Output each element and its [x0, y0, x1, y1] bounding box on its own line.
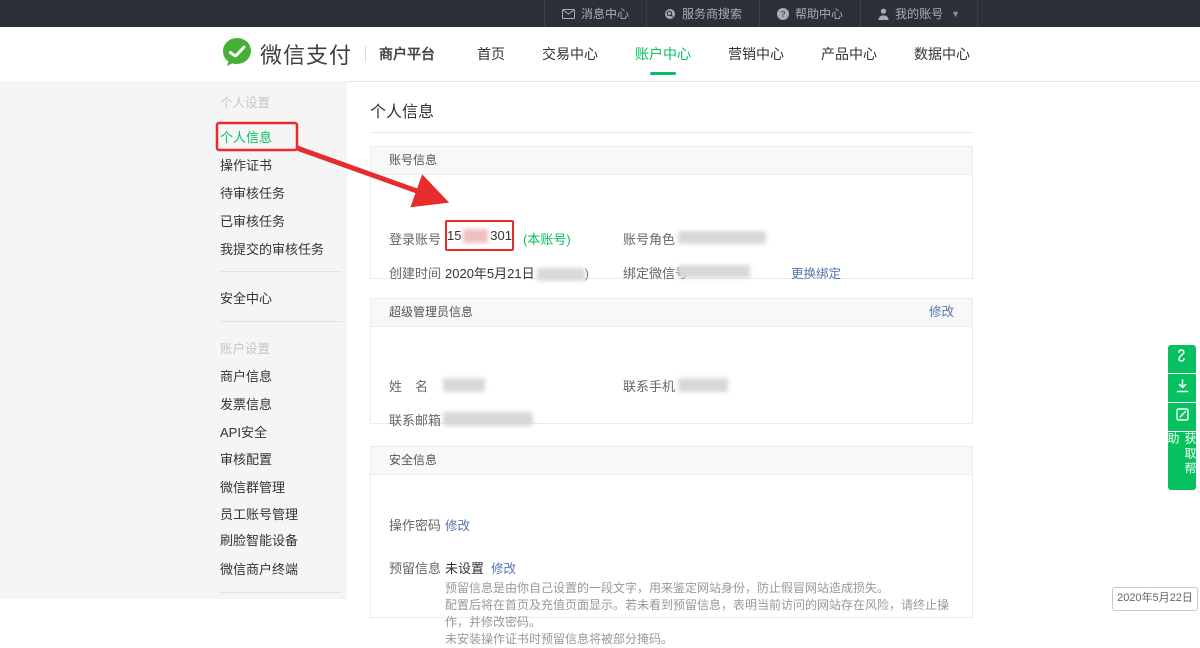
brand-name: 微信支付	[260, 38, 352, 70]
login-account-suffix: 301	[490, 228, 512, 243]
super-admin-card-title: 超级管理员信息	[389, 305, 473, 319]
topbar-item-my-account[interactable]: 我的账号 ▼	[860, 0, 978, 27]
created-time-redacted	[537, 268, 585, 281]
topbar-item-messages[interactable]: 消息中心	[544, 0, 646, 27]
sidebar-item-review-config[interactable]: 审核配置	[220, 450, 342, 470]
sidebar-divider	[220, 271, 342, 272]
main-nav: 首页 交易中心 账户中心 营销中心 产品中心 数据中心	[477, 27, 970, 81]
nav-data-center[interactable]: 数据中心	[914, 44, 970, 64]
logo-divider	[365, 46, 366, 62]
admin-name-label: 姓 名	[389, 376, 428, 395]
sidebar-item-face-smart-device[interactable]: 刷脸智能设备	[220, 531, 342, 551]
mail-icon	[562, 9, 575, 19]
get-help-button[interactable]: 获取帮助	[1168, 432, 1196, 490]
reserved-info-description: 预留信息是由你自己设置的一段文字，用来鉴定网站身份，防止假冒网站造成损失。 配置…	[445, 580, 965, 648]
brand-logo[interactable]: 微信支付 商户平台	[222, 27, 435, 81]
login-account-redacted	[463, 229, 488, 243]
sidebar-divider	[220, 321, 342, 322]
super-admin-card-header: 修改 超级管理员信息	[371, 299, 972, 327]
nav-transaction-center[interactable]: 交易中心	[542, 44, 598, 64]
search-icon	[664, 8, 676, 20]
topbar-item-label: 服务商搜索	[682, 5, 742, 22]
date-badge[interactable]: 2020年5月22日	[1112, 587, 1198, 611]
admin-modify-link[interactable]: 修改	[929, 299, 954, 326]
hotline-button[interactable]	[1168, 345, 1196, 373]
change-binding-link[interactable]: 更换绑定	[791, 263, 841, 282]
title-divider	[370, 132, 973, 133]
desc-line: 未安装操作证书时预留信息将被部分掩码。	[445, 631, 965, 648]
sidebar-item-reviewed-tasks[interactable]: 已审核任务	[220, 212, 342, 232]
topbar: 消息中心 服务商搜索 ? 帮助中心 我的账号 ▼	[0, 0, 1200, 27]
admin-name-redacted	[443, 378, 485, 392]
account-info-card: 账号信息 登录账号 15 301 (本账号) 账号角色 创建时间 2020年5月…	[370, 146, 973, 279]
wechat-pay-icon	[222, 37, 252, 72]
sidebar-item-api-security[interactable]: API安全	[220, 423, 342, 443]
sidebar-item-invoice-info[interactable]: 发票信息	[220, 395, 342, 415]
topbar-item-help-center[interactable]: ? 帮助中心	[759, 0, 860, 27]
created-time-value: 2020年5月21日)	[445, 263, 589, 282]
admin-email-redacted	[443, 412, 533, 426]
brand-subtitle: 商户平台	[379, 44, 435, 64]
account-card-header: 账号信息	[371, 147, 972, 175]
login-account-label: 登录账号	[389, 229, 441, 248]
super-admin-card: 修改 超级管理员信息 姓 名 联系手机 联系邮箱	[370, 298, 973, 424]
admin-phone-redacted	[678, 378, 728, 392]
feedback-button[interactable]	[1168, 403, 1196, 431]
login-account-tag: (本账号)	[523, 229, 571, 248]
link-icon	[1176, 349, 1189, 369]
topbar-item-label: 我的账号	[895, 5, 943, 22]
admin-phone-label: 联系手机	[623, 376, 675, 395]
sidebar-divider	[220, 592, 342, 593]
account-role-label: 账号角色	[623, 229, 675, 248]
reserved-modify-link[interactable]: 修改	[491, 558, 516, 577]
created-time-label: 创建时间	[389, 263, 441, 282]
admin-email-label: 联系邮箱	[389, 410, 441, 429]
operation-password-label: 操作密码	[389, 515, 441, 534]
topbar-item-label: 消息中心	[581, 5, 629, 22]
help-icon: ?	[777, 8, 789, 20]
desc-line: 配置后将在首页及充值页面显示。若未看到预留信息，表明当前访问的网站存在风险，请终…	[445, 597, 965, 631]
sidebar-item-operation-certificate[interactable]: 操作证书	[220, 156, 342, 176]
floating-action-stack: 获取帮助	[1168, 345, 1196, 490]
sidebar-group-account-settings: 账户设置	[220, 339, 342, 359]
sidebar-item-staff-account-mgmt[interactable]: 员工账号管理	[220, 505, 342, 525]
security-card-header: 安全信息	[371, 447, 972, 475]
user-icon	[878, 8, 889, 20]
sidebar-item-merchant-info[interactable]: 商户信息	[220, 367, 342, 387]
sidebar-item-security-center[interactable]: 安全中心	[220, 289, 342, 309]
login-account-highlight-box: 15 301	[445, 220, 514, 251]
topbar-item-label: 帮助中心	[795, 5, 843, 22]
security-info-card: 安全信息 操作密码 修改 预留信息 未设置 修改 预留信息是由你自己设置的一段文…	[370, 446, 973, 618]
reserved-info-value: 未设置	[445, 558, 484, 577]
topbar-item-provider-search[interactable]: 服务商搜索	[646, 0, 759, 27]
sidebar-item-pending-review-tasks[interactable]: 待审核任务	[220, 184, 342, 204]
password-modify-link[interactable]: 修改	[445, 515, 470, 534]
download-icon	[1176, 379, 1189, 398]
topbar-menu: 消息中心 服务商搜索 ? 帮助中心 我的账号 ▼	[544, 0, 978, 27]
svg-text:?: ?	[781, 9, 786, 19]
chevron-down-icon: ▼	[951, 9, 960, 19]
download-button[interactable]	[1168, 374, 1196, 402]
sidebar-item-my-submitted-tasks[interactable]: 我提交的审核任务	[220, 240, 342, 260]
nav-account-center[interactable]: 账户中心	[635, 44, 691, 64]
login-account-prefix: 15	[447, 228, 461, 243]
desc-line: 预留信息是由你自己设置的一段文字，用来鉴定网站身份，防止假冒网站造成损失。	[445, 580, 965, 597]
reserved-info-label: 预留信息	[389, 558, 441, 577]
nav-marketing-center[interactable]: 营销中心	[728, 44, 784, 64]
sidebar-item-wechat-merchant-terminal[interactable]: 微信商户终端	[220, 560, 342, 580]
bound-wechat-redacted	[678, 265, 750, 278]
nav-home[interactable]: 首页	[477, 44, 505, 64]
page-title: 个人信息	[370, 98, 434, 122]
header: 微信支付 商户平台 首页 交易中心 账户中心 营销中心 产品中心 数据中心	[0, 27, 1200, 82]
sidebar-item-wechat-group-mgmt[interactable]: 微信群管理	[220, 478, 342, 498]
account-role-redacted	[678, 231, 766, 244]
sidebar-group-personal-settings: 个人设置	[220, 93, 342, 113]
nav-product-center[interactable]: 产品中心	[821, 44, 877, 64]
feedback-icon	[1176, 408, 1189, 426]
sidebar-item-personal-info[interactable]: 个人信息	[220, 128, 342, 148]
